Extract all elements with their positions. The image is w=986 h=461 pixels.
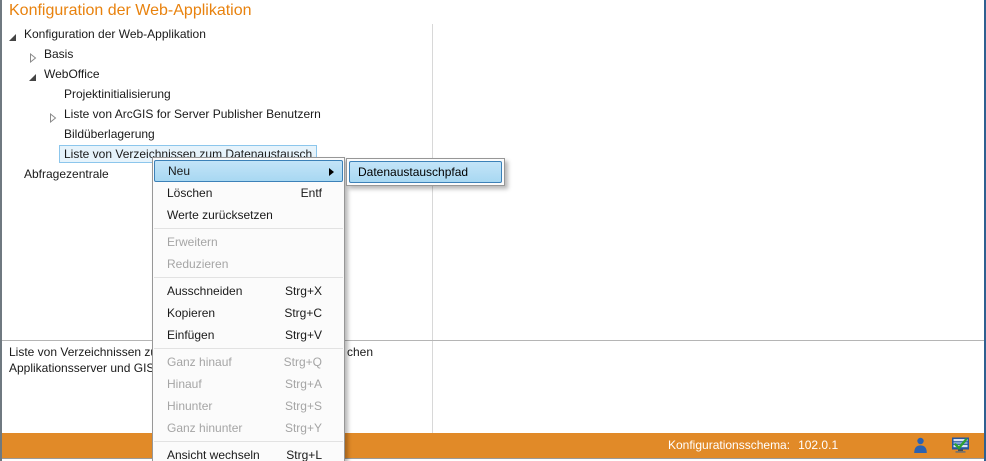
description-line2: Applikationsserver und GIS- — [9, 361, 158, 375]
menu-item-label: Hinunter — [167, 399, 285, 413]
menu-item-label: Ganz hinauf — [167, 355, 284, 369]
tree-item-label: WebOffice — [44, 64, 100, 84]
menu-item-shortcut: Strg+Y — [285, 421, 322, 435]
menu-separator — [154, 228, 343, 229]
menu-item-label: Werte zurücksetzen — [167, 208, 322, 222]
tree-item-arcgis-publisher-benutzer[interactable]: Liste von ArcGIS for Server Publisher Be… — [2, 104, 432, 124]
tree-item-label: Abfragezentrale — [24, 164, 109, 184]
tree-item-bildueberlagerung[interactable]: Bildüberlagerung — [2, 124, 432, 144]
menu-item-ausschneiden[interactable]: Ausschneiden Strg+X — [153, 280, 344, 302]
menu-item-shortcut: Strg+C — [284, 306, 322, 320]
window-bottom-border — [2, 458, 984, 459]
menu-item-label: Ganz hinunter — [167, 421, 285, 435]
menu-item-erweitern: Erweitern — [153, 231, 344, 253]
menu-item-label: Neu — [168, 164, 321, 178]
submenu-arrow-icon — [329, 168, 334, 176]
menu-separator — [154, 277, 343, 278]
tree-item-label: Konfiguration der Web-Applikation — [24, 24, 206, 44]
menu-item-reduzieren: Reduzieren — [153, 253, 344, 275]
menu-item-shortcut: Strg+A — [285, 377, 322, 391]
monitor-check-icon[interactable] — [951, 436, 970, 455]
menu-item-label: Hinauf — [167, 377, 285, 391]
description-line1-left: Liste von Verzeichnissen zum — [9, 345, 167, 359]
tree-item-weboffice[interactable]: WebOffice — [2, 64, 432, 84]
menu-item-label: Einfügen — [167, 328, 285, 342]
tree-item-label: Projektinitialisierung — [64, 84, 171, 104]
page-title: Konfiguration der Web-Applikation — [9, 2, 252, 20]
menu-separator — [154, 348, 343, 349]
context-menu: Neu Löschen Entf Werte zurücksetzen Erwe… — [152, 157, 345, 461]
expanded-arrow-icon[interactable] — [8, 29, 18, 39]
menu-item-shortcut: Strg+X — [285, 284, 322, 298]
menu-item-ansicht-wechseln[interactable]: Ansicht wechseln Strg+L — [153, 444, 344, 461]
expanded-arrow-icon[interactable] — [28, 69, 38, 79]
menu-item-label: Ausschneiden — [167, 284, 285, 298]
menu-item-ganz-hinauf: Ganz hinauf Strg+Q — [153, 351, 344, 373]
menu-item-label: Löschen — [167, 186, 301, 200]
description-line1-right: chen — [347, 345, 373, 359]
menu-item-label: Erweitern — [167, 235, 322, 249]
description-panel: Liste von Verzeichnissen zum chen Applik… — [2, 341, 984, 433]
app-window: Konfiguration der Web-Applikation Konfig… — [0, 0, 986, 461]
status-bar: Konfigurationsschema: 102.0.1 — [2, 433, 984, 458]
tree-item-label: Bildüberlagerung — [64, 124, 155, 144]
tree-item-root[interactable]: Konfiguration der Web-Applikation — [2, 24, 432, 44]
collapsed-arrow-icon[interactable] — [48, 109, 58, 119]
menu-item-werte-zuruecksetzen[interactable]: Werte zurücksetzen — [153, 204, 344, 226]
menu-item-label: Ansicht wechseln — [167, 448, 286, 461]
menu-item-shortcut: Strg+V — [285, 328, 322, 342]
tree-item-projektinitialisierung[interactable]: Projektinitialisierung — [2, 84, 432, 104]
tree-item-label: Liste von ArcGIS for Server Publisher Be… — [64, 104, 321, 124]
menu-item-loeschen[interactable]: Löschen Entf — [153, 182, 344, 204]
submenu-item-datenaustauschpfad[interactable]: Datenaustauschpfad — [349, 161, 502, 183]
configuration-schema-status: Konfigurationsschema: 102.0.1 — [668, 438, 838, 452]
context-submenu: Datenaustauschpfad — [346, 158, 505, 186]
collapsed-arrow-icon[interactable] — [28, 49, 38, 59]
menu-item-label: Kopieren — [167, 306, 284, 320]
menu-item-label: Reduzieren — [167, 257, 322, 271]
menu-item-shortcut: Strg+S — [285, 399, 322, 413]
menu-item-kopieren[interactable]: Kopieren Strg+C — [153, 302, 344, 324]
menu-item-shortcut: Strg+Q — [284, 355, 322, 369]
tree-item-label: Basis — [44, 44, 73, 64]
menu-item-ganz-hinunter: Ganz hinunter Strg+Y — [153, 417, 344, 439]
user-icon[interactable] — [911, 436, 930, 455]
menu-item-shortcut: Entf — [301, 186, 322, 200]
menu-item-einfuegen[interactable]: Einfügen Strg+V — [153, 324, 344, 346]
schema-value: 102.0.1 — [798, 438, 838, 452]
menu-item-hinunter: Hinunter Strg+S — [153, 395, 344, 417]
tree-item-basis[interactable]: Basis — [2, 44, 432, 64]
menu-item-hinauf: Hinauf Strg+A — [153, 373, 344, 395]
menu-item-neu[interactable]: Neu — [154, 160, 343, 182]
schema-label: Konfigurationsschema: — [668, 438, 790, 452]
menu-separator — [154, 441, 343, 442]
menu-item-shortcut: Strg+L — [286, 448, 322, 461]
